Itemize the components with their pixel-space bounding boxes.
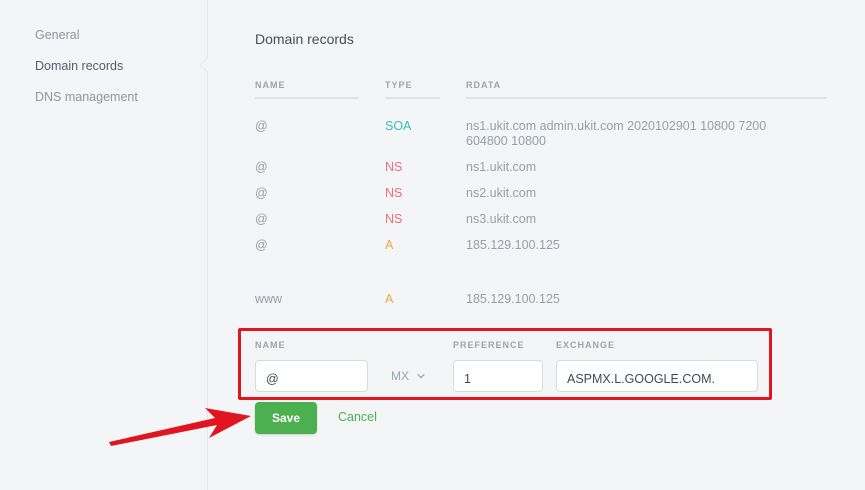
record-rdata: 185.129.100.125	[466, 292, 560, 306]
column-header-rdata: RDATA	[466, 80, 827, 99]
record-name: @	[255, 160, 268, 174]
record-name: @	[255, 119, 268, 133]
record-rdata: 185.129.100.125	[466, 238, 560, 252]
column-header-type: TYPE	[385, 80, 440, 99]
column-header-name: NAME	[255, 80, 359, 99]
type-select-value: MX	[391, 369, 409, 383]
record-type: A	[385, 238, 394, 252]
record-type: A	[385, 292, 394, 306]
save-button[interactable]: Save	[255, 402, 317, 434]
sidebar-item-general[interactable]: General	[35, 28, 79, 42]
record-type: NS	[385, 186, 403, 200]
cancel-link[interactable]: Cancel	[338, 410, 377, 424]
record-rdata: ns1.ukit.com admin.ukit.com 2020102901 1…	[466, 119, 766, 149]
type-select[interactable]: MX	[391, 369, 425, 383]
preference-input[interactable]	[453, 360, 543, 392]
record-rdata-line: ns1.ukit.com admin.ukit.com 2020102901 1…	[466, 119, 767, 133]
red-arrow-icon	[109, 408, 251, 446]
form-label-preference: PREFERENCE	[453, 340, 525, 350]
form-label-exchange: EXCHANGE	[556, 340, 616, 350]
record-rdata: ns3.ukit.com	[466, 212, 537, 226]
record-name: @	[255, 238, 268, 252]
chevron-down-icon	[417, 373, 425, 379]
record-type: NS	[385, 212, 403, 226]
record-type: SOA	[385, 119, 412, 133]
record-rdata: ns2.ukit.com	[466, 186, 537, 200]
name-input[interactable]	[255, 360, 368, 392]
sidebar-item-dns-management[interactable]: DNS management	[35, 90, 138, 104]
record-type: NS	[385, 160, 403, 174]
record-name: www	[255, 292, 283, 306]
record-rdata: ns1.ukit.com	[466, 160, 537, 174]
sidebar-item-domain-records[interactable]: Domain records	[35, 59, 123, 73]
exchange-input[interactable]	[556, 360, 758, 392]
record-name: @	[255, 212, 268, 226]
page-title: Domain records	[255, 31, 354, 47]
record-rdata-line: 604800 10800	[466, 134, 546, 148]
record-name: @	[255, 186, 268, 200]
form-label-name: NAME	[255, 340, 286, 350]
